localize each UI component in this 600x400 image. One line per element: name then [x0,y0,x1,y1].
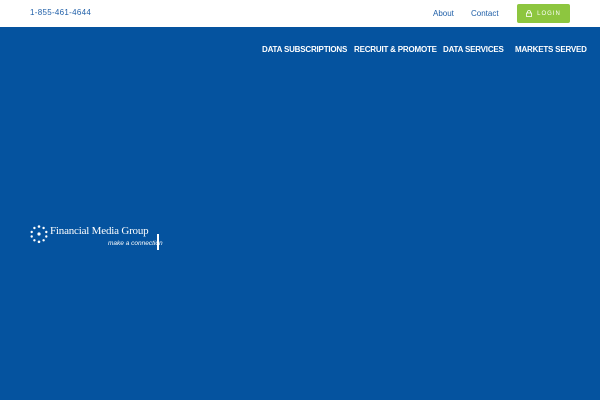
dot-ring-icon [30,225,48,244]
phone-number-link[interactable]: 1-855-461-4644 [30,8,91,17]
nav-item-data-services[interactable]: DATA SERVICES [443,45,504,54]
lock-icon [526,10,533,17]
login-label: LOGIN [537,10,561,17]
nav-item-markets-served[interactable]: MARKETS SERVED [515,45,587,54]
login-button[interactable]: LOGIN [517,4,570,23]
about-link[interactable]: About [433,9,454,18]
contact-link[interactable]: Contact [471,9,499,18]
top-bar: 1-855-461-4644 About Contact LOGIN [0,0,600,27]
main-nav: DATA SUBSCRIPTIONS RECRUIT & PROMOTE DAT… [0,45,600,59]
brand-name: Financial Media Group [50,225,149,237]
brand-logo[interactable]: Financial Media Group make a connection [29,224,164,254]
brand-tagline: make a connection [108,240,163,247]
text-cursor-bar [157,234,159,250]
nav-item-recruit-promote[interactable]: RECRUIT & PROMOTE [354,45,437,54]
nav-item-data-subscriptions[interactable]: DATA SUBSCRIPTIONS [262,45,347,54]
